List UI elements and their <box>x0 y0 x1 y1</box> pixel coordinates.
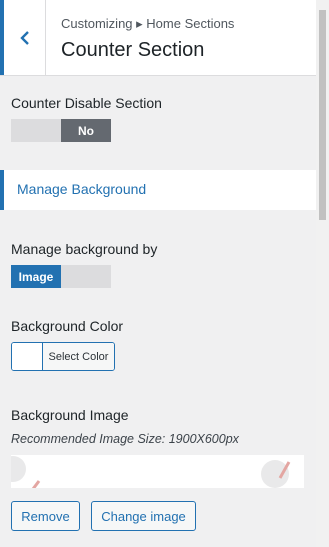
select-color-label: Select Color <box>43 343 114 370</box>
scrollbar[interactable] <box>316 0 329 547</box>
counter-disable-toggle[interactable]: No <box>11 119 111 142</box>
page-title: Counter Section <box>61 39 205 61</box>
breadcrumb: Customizing ▸ Home Sections <box>61 16 235 31</box>
toggle-option-image[interactable]: Image <box>11 265 61 288</box>
image-size-hint: Recommended Image Size: 1900X600px <box>11 432 239 446</box>
background-image-preview <box>11 455 304 488</box>
background-color-label: Background Color <box>11 318 124 334</box>
image-preview-graphic <box>11 456 291 488</box>
scrollbar-thumb[interactable] <box>319 10 326 220</box>
toggle-option-other[interactable] <box>61 265 111 288</box>
select-color-button[interactable]: Select Color <box>11 342 115 371</box>
background-image-label: Background Image <box>11 407 129 423</box>
counter-disable-label: Counter Disable Section <box>11 95 162 111</box>
customizer-header: Customizing ▸ Home Sections Counter Sect… <box>0 0 316 76</box>
color-swatch <box>12 343 43 370</box>
change-image-button[interactable]: Change image <box>91 501 196 531</box>
toggle-option-no[interactable]: No <box>61 119 111 142</box>
manage-background-section-link[interactable]: Manage Background <box>0 170 316 210</box>
manage-background-by-label: Manage background by <box>11 241 158 257</box>
manage-background-link-label: Manage Background <box>17 181 147 197</box>
remove-image-button[interactable]: Remove <box>11 501 80 531</box>
toggle-option-off[interactable] <box>11 119 61 142</box>
back-button[interactable] <box>0 0 46 75</box>
chevron-left-icon <box>19 30 29 45</box>
manage-background-by-toggle[interactable]: Image <box>11 265 111 288</box>
